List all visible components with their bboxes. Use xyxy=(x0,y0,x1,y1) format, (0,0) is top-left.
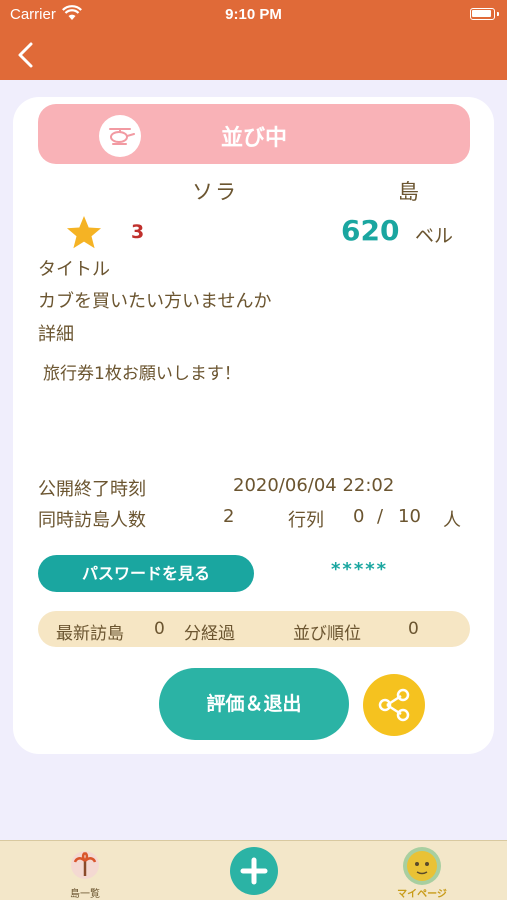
visitors-label: 同時訪島人数 xyxy=(38,510,146,531)
detail-value: 旅行券1枚お願いします！ xyxy=(43,364,241,384)
island-suffix: 島 xyxy=(398,180,419,204)
tab-island-list[interactable]: 島一覧 xyxy=(45,841,125,900)
title-label: タイトル xyxy=(38,259,110,280)
title-value: カブを買いたい方いませんか xyxy=(38,291,272,312)
password-mask: ***** xyxy=(331,559,389,580)
evaluate-exit-button[interactable]: 評価＆退出 xyxy=(159,668,349,740)
villager-avatar-icon xyxy=(403,847,441,885)
queue-label: 行列 xyxy=(288,510,324,531)
queue-status-banner: 並び中 xyxy=(38,104,470,164)
queue-max: 10 xyxy=(398,506,421,527)
tab-my-page-label: マイページ xyxy=(397,889,447,900)
queue-status-label: 並び中 xyxy=(220,126,287,151)
visit-status-bar: 最新訪島 0 分経過 並び順位 0 xyxy=(38,611,470,647)
queue-unit: 人 xyxy=(443,510,461,531)
rating-value: 3 xyxy=(131,221,145,243)
tab-island-list-label: 島一覧 xyxy=(70,889,100,900)
visitors-value: 2 xyxy=(223,506,235,527)
back-chevron-icon[interactable] xyxy=(10,38,44,72)
show-password-button[interactable]: パスワードを見る xyxy=(38,555,254,592)
tab-bar: 島一覧 マイページ xyxy=(0,840,507,900)
navigation-bar xyxy=(0,30,507,80)
tab-add[interactable] xyxy=(226,841,282,900)
queue-separator: / xyxy=(377,506,384,527)
resident-name: ソラ xyxy=(192,180,238,204)
turnip-price: 620 xyxy=(341,214,400,247)
end-time-label: 公開終了時刻 xyxy=(38,479,146,500)
detail-label: 詳細 xyxy=(38,324,74,345)
latest-visit-label: 最新訪島 xyxy=(56,624,124,644)
plus-icon xyxy=(230,847,278,895)
status-bar: Carrier 9:10 PM xyxy=(0,0,507,30)
queue-current: 0 xyxy=(353,506,365,527)
island-detail-card: 並び中 ソラ 島 3 620 ベル タイトル カブを買いたい方いませんか 詳細 … xyxy=(13,97,494,754)
battery-icon xyxy=(470,8,499,20)
share-button[interactable] xyxy=(363,674,425,736)
end-time-value: 2020/06/04 22:02 xyxy=(233,475,395,496)
queue-rank-label: 並び順位 xyxy=(293,624,361,644)
share-icon xyxy=(378,688,410,722)
tab-my-page[interactable]: マイページ xyxy=(382,841,462,900)
minutes-elapsed-label: 分経過 xyxy=(184,624,235,644)
clock: 9:10 PM xyxy=(225,6,282,23)
queue-rank-value: 0 xyxy=(408,619,419,639)
palm-tree-icon xyxy=(71,851,99,879)
star-icon xyxy=(67,216,101,249)
price-unit: ベル xyxy=(415,225,454,247)
latest-visit-minutes: 0 xyxy=(154,619,165,639)
